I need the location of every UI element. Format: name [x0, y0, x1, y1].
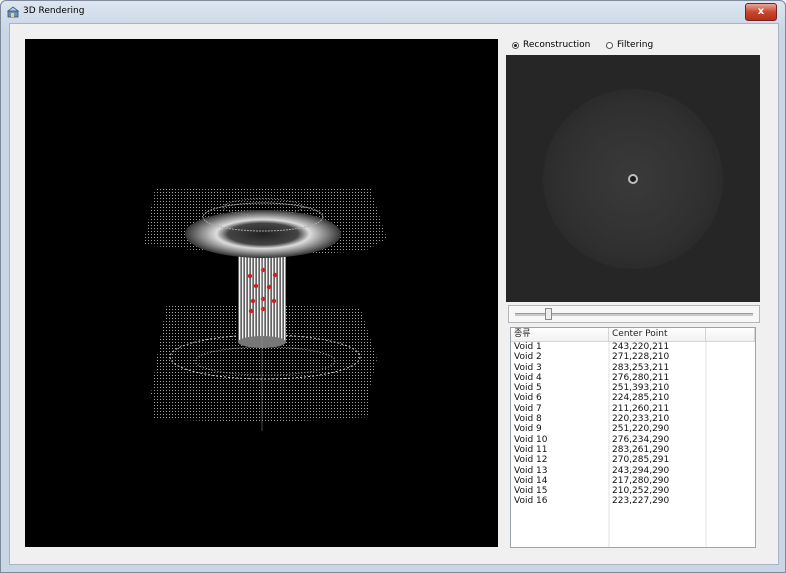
reconstruction-label: Reconstruction	[523, 40, 591, 50]
center-point-cell: 217,280,290	[612, 475, 670, 486]
list-rows: Void 1 243,220,211 Void 2 271,228,210 Void 3…	[511, 342, 755, 507]
table-row[interactable]: Void 16 223,227,290	[511, 496, 755, 506]
disk-cap	[185, 210, 341, 258]
void-name-cell: Void 1	[514, 342, 542, 352]
void-marker	[266, 284, 272, 290]
void-marker	[248, 308, 254, 314]
void-name-cell: Void 4	[514, 372, 542, 383]
app-window: 3D Rendering x Reconstruction Filtering …	[0, 0, 786, 573]
void-marker	[250, 298, 256, 304]
reconstruction-radio-indicator[interactable]	[512, 41, 519, 49]
table-row[interactable]: Void 2 271,228,210	[511, 352, 755, 362]
table-row[interactable]: Void 14 217,280,290	[511, 476, 755, 486]
void-list[interactable]: 종류 Center Point Void 1 243,220,211 Void 2 2…	[510, 327, 756, 548]
void-name-cell: Void 3	[514, 362, 542, 373]
void-marker	[260, 267, 266, 273]
center-point-cell: 271,228,210	[612, 352, 670, 363]
void-name-cell: Void 12	[514, 455, 548, 466]
table-row[interactable]: Void 4 276,280,211	[511, 373, 755, 383]
table-row[interactable]: Void 11 283,261,290	[511, 445, 755, 455]
void-name-cell: Void 7	[514, 403, 542, 414]
table-row[interactable]: Void 13 243,294,290	[511, 466, 755, 476]
table-row[interactable]: Void 15 210,252,290	[511, 486, 755, 496]
center-point-cell: 276,280,211	[612, 372, 670, 383]
center-point-cell: 243,294,290	[612, 465, 670, 476]
void-name-cell: Void 2	[514, 352, 542, 363]
table-row[interactable]: Void 5 251,393,210	[511, 383, 755, 393]
void-marker	[247, 273, 253, 279]
void-marker	[271, 298, 277, 304]
void-marker	[272, 272, 278, 278]
table-row[interactable]: Void 10 276,234,290	[511, 435, 755, 445]
center-point-cell: 223,227,290	[612, 496, 670, 507]
title-bar[interactable]: 3D Rendering x	[1, 1, 785, 23]
slice-preview	[506, 55, 760, 302]
void-name-cell: Void 15	[514, 486, 548, 497]
center-point-cell: 283,261,290	[612, 444, 670, 455]
center-point-cell: 251,393,210	[612, 383, 670, 394]
slice-slider[interactable]	[508, 305, 760, 323]
center-point-cell: 210,252,290	[612, 486, 670, 497]
table-row[interactable]: Void 7 211,260,211	[511, 404, 755, 414]
void-name-cell: Void 11	[514, 444, 548, 455]
column-header-empty[interactable]	[706, 328, 755, 341]
void-marker	[260, 306, 266, 312]
center-point-cell: 276,234,290	[612, 434, 670, 445]
center-point-cell: 251,220,290	[612, 424, 670, 435]
table-row[interactable]: Void 8 220,233,210	[511, 414, 755, 424]
table-row[interactable]: Void 6 224,285,210	[511, 393, 755, 403]
void-name-cell: Void 8	[514, 414, 542, 425]
void-name-cell: Void 13	[514, 465, 548, 476]
void-name-cell: Void 16	[514, 496, 548, 507]
reconstruction-radio[interactable]: Reconstruction	[512, 40, 590, 50]
table-row[interactable]: Void 9 251,220,290	[511, 424, 755, 434]
center-point-cell: 270,285,291	[612, 455, 670, 466]
filtering-label: Filtering	[617, 40, 654, 50]
window-title: 3D Rendering	[23, 6, 85, 16]
void-name-cell: Void 10	[514, 434, 548, 445]
center-point-cell: 220,233,210	[612, 414, 670, 425]
list-header: 종류 Center Point	[511, 328, 755, 342]
void-name-cell: Void 14	[514, 475, 548, 486]
column-header-type[interactable]: 종류	[511, 328, 609, 341]
preview-center-ring	[628, 174, 638, 184]
center-point-cell: 283,253,211	[612, 362, 670, 373]
center-point-cell: 243,220,211	[612, 342, 670, 352]
table-row[interactable]: Void 12 270,285,291	[511, 455, 755, 465]
close-button[interactable]: x	[745, 3, 777, 21]
column-header-center-point[interactable]: Center Point	[609, 328, 706, 341]
render-scene	[143, 187, 387, 431]
client-area: Reconstruction Filtering 종류 Center Point…	[9, 23, 779, 565]
filtering-radio-indicator[interactable]	[606, 41, 613, 49]
table-row[interactable]: Void 1 243,220,211	[511, 342, 755, 352]
filtering-radio[interactable]: Filtering	[606, 40, 653, 50]
app-icon	[7, 6, 19, 18]
table-row[interactable]: Void 3 283,253,211	[511, 363, 755, 373]
render-viewport[interactable]	[25, 39, 498, 547]
center-point-cell: 211,260,211	[612, 403, 670, 414]
void-name-cell: Void 5	[514, 383, 542, 394]
void-marker	[253, 283, 259, 289]
center-point-cell: 224,285,210	[612, 393, 670, 404]
void-name-cell: Void 9	[514, 424, 542, 435]
void-marker	[260, 296, 266, 302]
void-name-cell: Void 6	[514, 393, 542, 404]
slider-thumb[interactable]	[545, 308, 553, 320]
